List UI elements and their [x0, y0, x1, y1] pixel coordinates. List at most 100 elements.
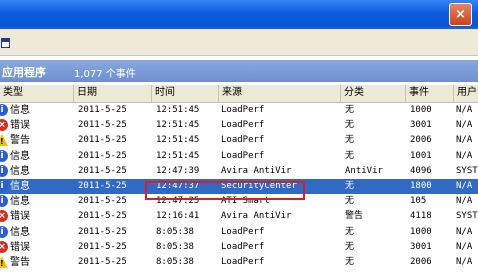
- info-icon: i: [0, 225, 8, 238]
- info-icon: i: [0, 179, 8, 192]
- category-cell: 无: [345, 150, 355, 161]
- toolbar: [0, 29, 478, 56]
- table-row[interactable]: i 信息 2011-5-25 12:51:45 LoadPerf 无 1001 N/A: [0, 149, 478, 164]
- error-icon: ×: [0, 119, 8, 132]
- error-icon: ×: [0, 210, 8, 223]
- info-icon: i: [0, 195, 8, 208]
- category-cell: 无: [345, 226, 355, 237]
- type-label: 警告: [10, 135, 30, 147]
- time-cell: 12:51:45: [156, 120, 200, 131]
- source-cell: ATI Smart: [221, 196, 270, 207]
- source-cell: LoadPerf: [221, 120, 265, 131]
- table-row[interactable]: i 信息 2011-5-25 12:47:37 SecurityCenter 无 1800 N…: [0, 178, 478, 195]
- user-cell: N/A: [456, 150, 473, 161]
- column-header-date[interactable]: 日期: [74, 85, 152, 102]
- table-row[interactable]: × 错误 2011-5-25 12:16:41 Avira AntiVir 警告 4118 S…: [0, 209, 478, 224]
- user-cell: SYST: [456, 211, 478, 222]
- type-label: 信息: [10, 180, 30, 192]
- table-row[interactable]: i 信息 2011-5-25 12:47:25 ATI Smart 无 105 N/A: [0, 194, 478, 209]
- column-header-type[interactable]: 类型: [0, 85, 74, 102]
- category-cell: 无: [345, 180, 355, 191]
- time-cell: 12:51:45: [156, 105, 200, 115]
- source-cell: LoadPerf: [221, 150, 265, 161]
- user-cell: N/A: [456, 256, 473, 267]
- table-body: i 信息 2011-5-25 12:51:45 LoadPerf 无 1000 N/A × 错误 2…: [0, 103, 478, 270]
- column-header-source[interactable]: 来源: [219, 85, 341, 102]
- event-cell: 105: [410, 196, 427, 207]
- close-button[interactable]: ×: [449, 3, 472, 26]
- table-row[interactable]: × 错误 2011-5-25 8:05:38 LoadPerf 无 3001 N/A: [0, 240, 478, 255]
- time-cell: 8:05:38: [156, 241, 194, 252]
- user-cell: N/A: [456, 196, 473, 207]
- time-cell: 12:51:45: [156, 135, 200, 146]
- type-label: 警告: [10, 256, 30, 268]
- user-cell: N/A: [456, 241, 473, 252]
- source-cell: Avira AntiVir: [221, 211, 292, 222]
- column-header-time[interactable]: 时间: [152, 85, 219, 102]
- date-cell: 2011-5-25: [78, 211, 127, 222]
- user-cell: N/A: [456, 226, 473, 237]
- table-row[interactable]: × 错误 2011-5-25 12:51:45 LoadPerf 无 3001 N/A: [0, 118, 478, 133]
- type-label: 错误: [10, 211, 30, 223]
- date-cell: 2011-5-25: [78, 241, 127, 252]
- date-cell: 2011-5-25: [78, 226, 127, 237]
- event-cell: 2006: [410, 135, 432, 146]
- category-cell: 无: [345, 256, 355, 267]
- date-cell: 2011-5-25: [78, 165, 127, 176]
- table-row[interactable]: 警告 2011-5-25 12:51:45 LoadPerf 无 2006 N/A: [0, 133, 478, 148]
- table-row[interactable]: i 信息 2011-5-25 12:47:39 Avira AntiVir AntiVir…: [0, 164, 478, 179]
- date-cell: 2011-5-25: [78, 180, 127, 191]
- category-cell: 无: [345, 196, 355, 207]
- window-titlebar: ×: [0, 0, 478, 29]
- table-row[interactable]: 警告 2011-5-25 8:05:38 LoadPerf 无 2006 N/A: [0, 255, 478, 270]
- column-header-event[interactable]: 事件: [406, 85, 454, 102]
- table-row[interactable]: i 信息 2011-5-25 8:05:38 LoadPerf 无 1000 N/A: [0, 225, 478, 240]
- warning-icon: [0, 134, 8, 148]
- source-cell: LoadPerf: [221, 226, 265, 237]
- window-icon[interactable]: [1, 38, 10, 48]
- source-cell: LoadPerf: [221, 241, 265, 252]
- date-cell: 2011-5-25: [78, 256, 127, 267]
- info-icon: i: [0, 104, 8, 116]
- event-cell: 1000: [410, 226, 432, 237]
- table-header: 类型 日期 时间 来源 分类 事件 用户: [0, 85, 478, 103]
- time-cell: 12:16:41: [156, 211, 200, 222]
- type-label: 信息: [10, 196, 30, 208]
- user-cell: N/A: [456, 105, 473, 115]
- event-table: 类型 日期 时间 来源 分类 事件 用户 i 信息 2011-5-25 12:51:4…: [0, 85, 478, 270]
- event-count: 1,077 个事件: [74, 69, 136, 80]
- info-icon: i: [0, 164, 8, 177]
- time-cell: 8:05:38: [156, 256, 194, 267]
- type-label: 错误: [10, 241, 30, 253]
- warning-icon: [0, 255, 8, 270]
- category-cell: 警告: [345, 211, 364, 222]
- type-label: 错误: [10, 120, 30, 132]
- user-cell: N/A: [456, 120, 473, 131]
- category-cell: 无: [345, 105, 355, 115]
- column-header-category[interactable]: 分类: [341, 85, 406, 102]
- error-icon: ×: [0, 240, 8, 253]
- user-cell: N/A: [456, 135, 473, 146]
- column-header-user[interactable]: 用户: [454, 85, 478, 102]
- source-cell: Avira AntiVir: [221, 165, 292, 176]
- category-cell: AntiVir: [345, 165, 383, 176]
- type-label: 信息: [10, 226, 30, 238]
- date-cell: 2011-5-25: [78, 196, 127, 207]
- type-label: 信息: [10, 165, 30, 177]
- event-cell: 3001: [410, 241, 432, 252]
- user-cell: SYST: [456, 165, 478, 176]
- time-cell: 12:47:39: [156, 165, 200, 176]
- source-cell: LoadPerf: [221, 135, 265, 146]
- pane-header: 应用程序 1,077 个事件: [0, 60, 478, 82]
- event-cell: 3001: [410, 120, 432, 131]
- date-cell: 2011-5-25: [78, 105, 127, 115]
- source-cell: LoadPerf: [221, 256, 265, 267]
- event-cell: 1001: [410, 150, 432, 161]
- category-cell: 无: [345, 120, 355, 131]
- event-cell: 4096: [410, 165, 432, 176]
- time-cell: 12:47:25: [156, 196, 200, 207]
- table-row[interactable]: i 信息 2011-5-25 12:51:45 LoadPerf 无 1000 N/A: [0, 103, 478, 118]
- date-cell: 2011-5-25: [78, 135, 127, 146]
- pane-title: 应用程序: [2, 66, 46, 79]
- info-icon: i: [0, 149, 8, 162]
